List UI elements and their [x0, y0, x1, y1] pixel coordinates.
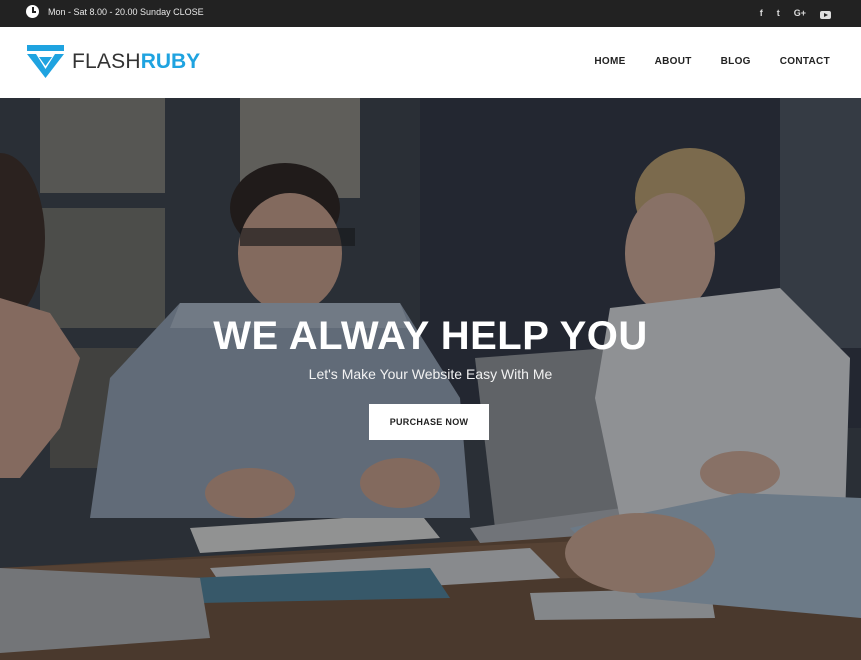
hero-section: WE ALWAY HELP YOU Let's Make Your Websit… — [0, 98, 861, 660]
twitter-icon[interactable]: t — [777, 7, 780, 20]
site-logo[interactable]: FLASH RUBY — [27, 45, 200, 78]
opening-hours-text: Mon - Sat 8.00 - 20.00 Sunday CLOSE — [48, 6, 204, 17]
nav-home[interactable]: HOME — [594, 56, 625, 67]
logo-text-ruby: RUBY — [140, 49, 201, 73]
hero-title: WE ALWAY HELP YOU — [213, 314, 648, 358]
nav-blog[interactable]: BLOG — [721, 56, 751, 67]
main-nav: HOME ABOUT BLOG CONTACT — [594, 56, 830, 67]
diamond-logo-icon — [27, 45, 64, 78]
facebook-icon[interactable]: f — [760, 7, 763, 20]
top-bar: Mon - Sat 8.00 - 20.00 Sunday CLOSE f t … — [0, 0, 861, 27]
hero-subtitle: Let's Make Your Website Easy With Me — [308, 366, 553, 382]
clock-icon — [26, 5, 39, 18]
nav-contact[interactable]: CONTACT — [780, 56, 830, 67]
nav-about[interactable]: ABOUT — [655, 56, 692, 67]
site-header: FLASH RUBY HOME ABOUT BLOG CONTACT — [0, 27, 861, 98]
purchase-now-button[interactable]: PURCHASE NOW — [369, 404, 489, 440]
google-plus-icon[interactable]: G+ — [794, 7, 806, 20]
opening-hours: Mon - Sat 8.00 - 20.00 Sunday CLOSE — [26, 5, 204, 18]
logo-text-flash: FLASH — [72, 49, 141, 73]
youtube-icon[interactable] — [820, 10, 831, 19]
social-links: f t G+ — [760, 7, 831, 20]
